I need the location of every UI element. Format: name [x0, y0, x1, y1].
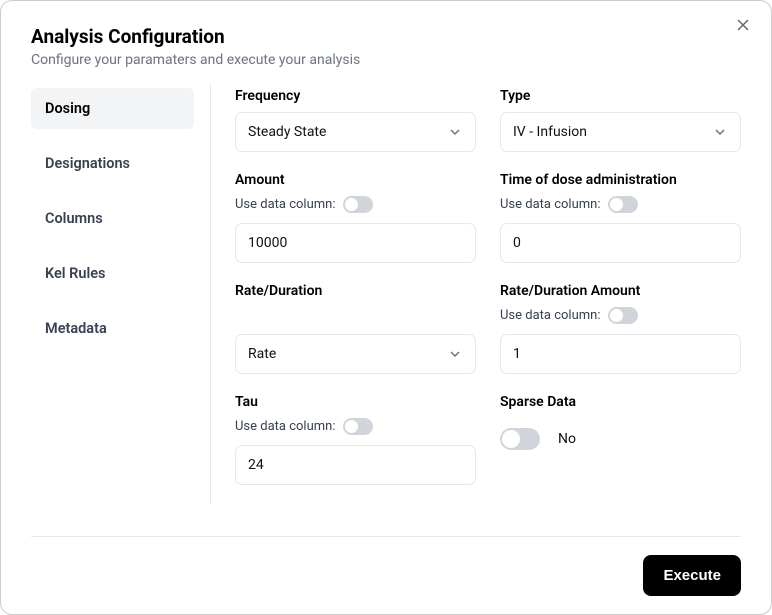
analysis-config-modal: Analysis Configuration Configure your pa…	[0, 0, 772, 615]
input-time-of-dose[interactable]: 0	[500, 223, 741, 263]
label-frequency: Frequency	[235, 88, 476, 104]
field-rate-duration: Rate/Duration Rate	[235, 283, 476, 374]
field-time-of-dose: Time of dose administration Use data col…	[500, 172, 741, 263]
select-rate-duration[interactable]: Rate	[235, 334, 476, 374]
close-button[interactable]	[735, 17, 751, 33]
toggle-amount-data-col[interactable]	[343, 196, 373, 213]
sidebar-item-label: Designations	[45, 155, 130, 172]
modal-footer: Execute	[31, 536, 741, 614]
field-amount: Amount Use data column: 10000	[235, 172, 476, 263]
field-type: Type IV - Infusion	[500, 88, 741, 152]
label-time-of-dose: Time of dose administration	[500, 172, 741, 188]
field-frequency: Frequency Steady State	[235, 88, 476, 152]
toggle-sparse-data[interactable]	[500, 428, 540, 450]
select-value: Steady State	[248, 124, 326, 140]
modal-title: Analysis Configuration	[31, 25, 741, 48]
use-data-col-tau: Use data column:	[235, 418, 476, 435]
modal-subtitle: Configure your paramaters and execute yo…	[31, 52, 741, 68]
select-frequency[interactable]: Steady State	[235, 112, 476, 152]
toggle-rate-duration-amount-data-col[interactable]	[608, 307, 638, 324]
modal-content: Dosing Designations Columns Kel Rules Me…	[1, 84, 771, 504]
use-data-col-label: Use data column:	[500, 197, 600, 212]
label-type: Type	[500, 88, 741, 104]
field-sparse-data: Sparse Data No	[500, 394, 741, 485]
sidebar-item-label: Metadata	[45, 320, 107, 337]
select-value: Rate	[248, 346, 276, 362]
use-data-col-label: Use data column:	[235, 197, 335, 212]
close-icon	[735, 17, 751, 33]
sidebar-item-metadata[interactable]: Metadata	[31, 308, 194, 349]
field-rate-duration-amount: Rate/Duration Amount Use data column: 1	[500, 283, 741, 374]
input-value: 1	[513, 346, 521, 362]
use-data-col-label: Use data column:	[235, 419, 335, 434]
sidebar: Dosing Designations Columns Kel Rules Me…	[31, 84, 211, 504]
sidebar-item-label: Dosing	[45, 100, 90, 117]
input-value: 0	[513, 235, 521, 251]
field-tau: Tau Use data column: 24	[235, 394, 476, 485]
chevron-down-icon	[447, 346, 463, 362]
label-amount: Amount	[235, 172, 476, 188]
sidebar-item-designations[interactable]: Designations	[31, 143, 194, 184]
chevron-down-icon	[712, 124, 728, 140]
input-tau[interactable]: 24	[235, 445, 476, 485]
input-value: 24	[248, 457, 264, 473]
sparse-toggle-row: No	[500, 428, 741, 450]
toggle-tau-data-col[interactable]	[343, 418, 373, 435]
input-rate-duration-amount[interactable]: 1	[500, 334, 741, 374]
execute-button[interactable]: Execute	[643, 555, 741, 596]
use-data-col-time-of-dose: Use data column:	[500, 196, 741, 213]
sparse-value-label: No	[558, 431, 576, 447]
select-value: IV - Infusion	[513, 124, 587, 140]
use-data-col-amount: Use data column:	[235, 196, 476, 213]
toggle-time-of-dose-data-col[interactable]	[608, 196, 638, 213]
sidebar-item-label: Columns	[45, 210, 103, 227]
sidebar-item-kel-rules[interactable]: Kel Rules	[31, 253, 194, 294]
label-rate-duration-amount: Rate/Duration Amount	[500, 283, 741, 299]
sidebar-item-label: Kel Rules	[45, 265, 106, 282]
sidebar-item-columns[interactable]: Columns	[31, 198, 194, 239]
input-value: 10000	[248, 235, 287, 251]
use-data-col-label: Use data column:	[500, 308, 600, 323]
chevron-down-icon	[447, 124, 463, 140]
input-amount[interactable]: 10000	[235, 223, 476, 263]
select-type[interactable]: IV - Infusion	[500, 112, 741, 152]
modal-header: Analysis Configuration Configure your pa…	[1, 1, 771, 84]
label-rate-duration: Rate/Duration	[235, 283, 476, 299]
label-sparse-data: Sparse Data	[500, 394, 741, 410]
label-tau: Tau	[235, 394, 476, 410]
sidebar-item-dosing[interactable]: Dosing	[31, 88, 194, 129]
main-panel: Frequency Steady State Type IV - Infusio…	[211, 84, 741, 504]
use-data-col-rate-duration-amount: Use data column:	[500, 307, 741, 324]
